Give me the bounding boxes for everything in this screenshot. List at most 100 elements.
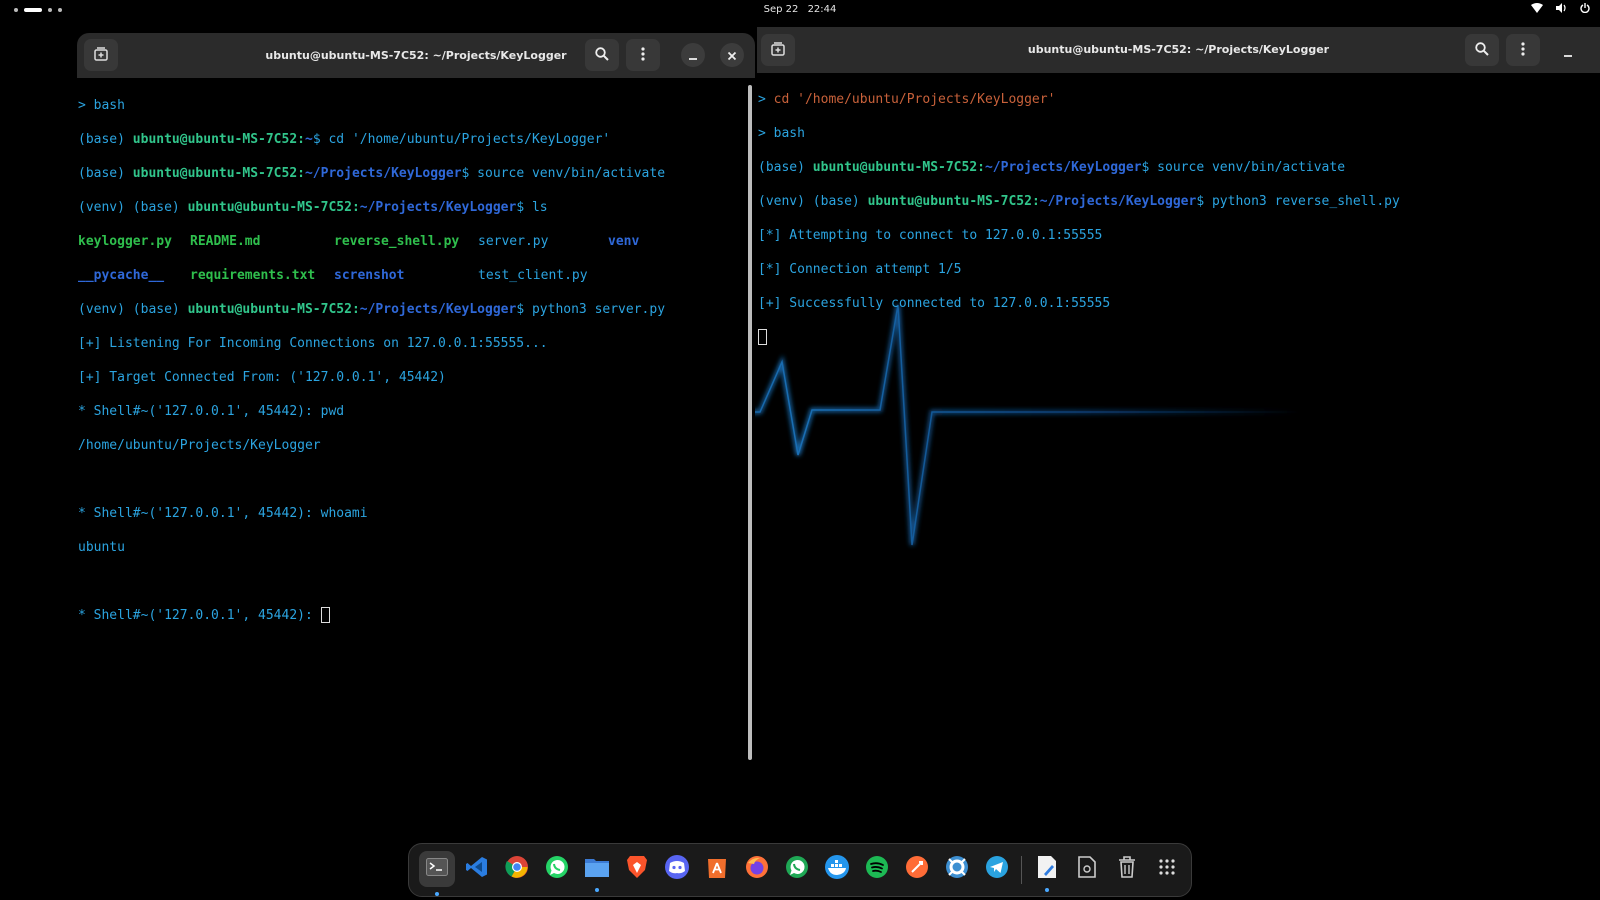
terminal-line: [*] Connection attempt 1/5 — [758, 262, 962, 277]
menu-button[interactable] — [1506, 34, 1540, 66]
terminal-line: [*] Attempting to connect to 127.0.0.1:5… — [758, 228, 1103, 243]
file-entry: keylogger.py — [78, 234, 172, 249]
directory-entry: venv — [608, 234, 640, 249]
terminal-line: > bash — [758, 126, 805, 141]
terminal-output[interactable]: > bash (base) ubuntu@ubuntu-MS-7C52:~$ c… — [77, 80, 755, 760]
dock-whatsapp-alt[interactable] — [781, 853, 813, 885]
ls-output-row: keylogger.py README.md reverse_shell.py ser… — [78, 233, 755, 250]
volume-icon — [1556, 3, 1567, 13]
dock-telegram[interactable] — [981, 853, 1013, 885]
file-entry: reverse_shell.py — [334, 234, 460, 249]
app-center-icon — [706, 855, 728, 883]
headerbar[interactable]: ubuntu@ubuntu-MS-7C52: ~/Projects/KeyLog… — [77, 33, 755, 78]
text-editor-icon — [1037, 855, 1057, 883]
power-icon — [1580, 3, 1590, 13]
spotify-icon — [865, 855, 889, 883]
whatsapp-icon — [545, 855, 569, 883]
docker-icon — [824, 855, 850, 883]
kebab-menu-icon — [641, 46, 645, 65]
minimize-icon — [1563, 43, 1573, 62]
brave-icon — [626, 855, 648, 883]
chrome-icon — [505, 855, 529, 883]
file-entry: server.py — [478, 234, 549, 249]
terminal-line: [+] Listening For Incoming Connections o… — [78, 336, 548, 351]
telegram-icon — [985, 855, 1009, 883]
dock-docker[interactable] — [821, 853, 853, 885]
search-button[interactable] — [1465, 34, 1499, 66]
system-tray[interactable] — [1531, 3, 1590, 13]
file-entry: test_client.py — [478, 268, 588, 283]
terminal-prompt-line[interactable] — [758, 329, 1600, 346]
terminal-output[interactable]: > cd '/home/ubuntu/Projects/KeyLogger' >… — [757, 74, 1600, 760]
clock[interactable]: Sep 22 22:44 — [0, 4, 1600, 15]
trash-icon — [1118, 856, 1136, 882]
wifi-icon — [1531, 3, 1543, 13]
terminal-icon — [426, 858, 448, 880]
terminal-line: (base) ubuntu@ubuntu-MS-7C52:~$ cd '/hom… — [78, 132, 611, 147]
minimize-button[interactable] — [681, 43, 705, 67]
terminal-line: * Shell#~('127.0.0.1', 45442): pwd — [78, 404, 345, 419]
terminal-window-left[interactable]: ubuntu@ubuntu-MS-7C52: ~/Projects/KeyLog… — [77, 33, 755, 760]
terminal-prompt-line[interactable]: * Shell#~('127.0.0.1', 45442): — [78, 607, 755, 624]
terminal-line: [+] Target Connected From: ('127.0.0.1',… — [78, 370, 446, 385]
headerbar[interactable]: ubuntu@ubuntu-MS-7C52: ~/Projects/KeyLog… — [757, 27, 1600, 73]
running-indicator — [435, 892, 439, 896]
search-icon — [1475, 41, 1489, 60]
text-cursor — [320, 607, 330, 623]
dock-help[interactable] — [941, 853, 973, 885]
dock-chrome[interactable] — [501, 853, 533, 885]
dock-app-grid[interactable] — [1151, 853, 1183, 885]
dock-brave[interactable] — [621, 853, 653, 885]
dock-terminal[interactable] — [419, 851, 455, 896]
dock — [408, 843, 1192, 897]
search-icon — [595, 46, 609, 65]
menu-button[interactable] — [626, 39, 660, 71]
document-viewer-icon — [1078, 856, 1096, 882]
minimize-icon — [688, 46, 698, 65]
discord-icon — [664, 855, 690, 883]
dock-discord[interactable] — [661, 853, 693, 885]
terminal-line: > bash — [78, 98, 125, 113]
terminal-line: ubuntu — [78, 540, 125, 555]
dock-files[interactable] — [581, 853, 613, 892]
terminal-line: [+] Successfully connected to 127.0.0.1:… — [758, 296, 1111, 311]
terminal-line: > cd '/home/ubuntu/Projects/KeyLogger' — [758, 92, 1056, 107]
running-indicator — [1045, 888, 1049, 892]
kebab-menu-icon — [1521, 41, 1525, 60]
search-button[interactable] — [585, 39, 619, 71]
top-bar: Sep 22 22:44 — [0, 0, 1600, 22]
file-entry: README.md — [190, 234, 261, 249]
dock-separator — [1021, 856, 1022, 884]
terminal-line: (venv) (base) ubuntu@ubuntu-MS-7C52:~/Pr… — [78, 200, 548, 215]
terminal-line: /home/ubuntu/Projects/KeyLogger — [78, 438, 321, 453]
dock-spotify[interactable] — [861, 853, 893, 885]
dock-document-viewer[interactable] — [1071, 853, 1103, 885]
dock-postman[interactable] — [901, 853, 933, 885]
vscode-icon — [465, 855, 489, 883]
dock-app-center[interactable] — [701, 853, 733, 885]
dock-trash[interactable] — [1111, 853, 1143, 885]
firefox-icon — [745, 855, 769, 883]
terminal-line: * Shell#~('127.0.0.1', 45442): whoami — [78, 506, 368, 521]
terminal-line: (base) ubuntu@ubuntu-MS-7C52:~/Projects/… — [78, 166, 666, 181]
dock-vscode[interactable] — [461, 853, 493, 885]
scrollbar[interactable] — [748, 85, 752, 760]
clock-date: Sep 22 — [763, 4, 799, 15]
file-entry: requirements.txt — [190, 268, 316, 283]
running-indicator — [595, 888, 599, 892]
dock-whatsapp[interactable] — [541, 853, 573, 885]
dock-text-editor[interactable] — [1031, 853, 1063, 892]
dock-firefox[interactable] — [741, 853, 773, 885]
postman-icon — [905, 855, 929, 883]
clock-time: 22:44 — [807, 4, 837, 15]
terminal-line: (venv) (base) ubuntu@ubuntu-MS-7C52:~/Pr… — [78, 302, 666, 317]
close-button[interactable] — [720, 43, 744, 67]
help-icon — [945, 855, 969, 883]
terminal-line: (base) ubuntu@ubuntu-MS-7C52:~/Projects/… — [758, 160, 1346, 175]
text-cursor — [758, 329, 767, 345]
whatsapp-alt-icon — [785, 855, 809, 883]
terminal-window-right[interactable]: ubuntu@ubuntu-MS-7C52: ~/Projects/KeyLog… — [757, 27, 1600, 760]
minimize-button[interactable] — [1563, 43, 1573, 62]
